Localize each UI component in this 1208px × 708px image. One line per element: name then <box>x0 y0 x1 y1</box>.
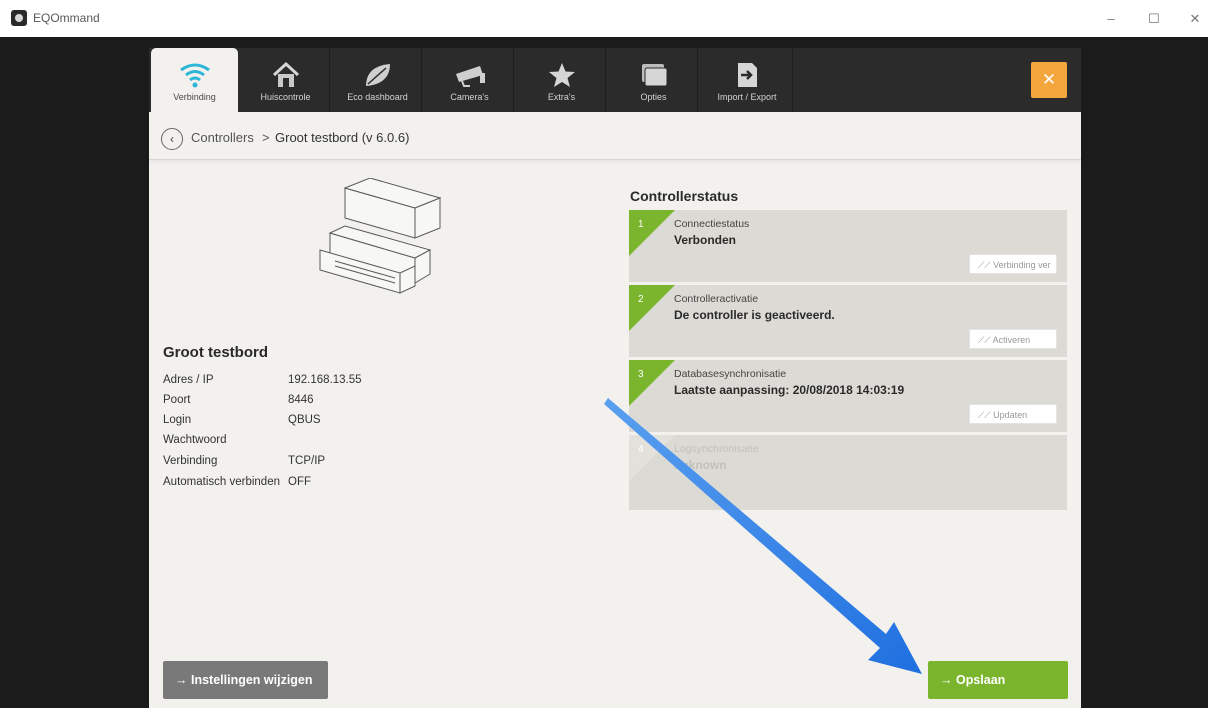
status-value: Laatste aanpassing: 20/08/2018 14:03:19 <box>674 383 905 397</box>
star-icon <box>548 63 575 87</box>
status-label: Logsynchronisatie <box>674 443 759 455</box>
home-icon <box>272 62 299 87</box>
tab-cameras[interactable]: Camera's <box>426 48 514 112</box>
property-value: TCP/IP <box>288 455 326 467</box>
breadcrumb-current: Groot testbord (v 6.0.6) <box>275 130 410 145</box>
tab-extras[interactable]: Extra's <box>518 48 606 112</box>
tab-huiscontrole[interactable]: Huiscontrole <box>242 48 330 112</box>
app-close-button[interactable]: ✕ <box>1031 62 1067 98</box>
status-value: De controller is geactiveerd. <box>674 308 835 322</box>
property-value: 8446 <box>288 394 314 406</box>
status-value: unknown <box>674 458 727 472</box>
breadcrumb-parent[interactable]: Controllers <box>191 130 254 145</box>
app-title: EQOmmand <box>33 11 100 25</box>
back-button[interactable]: ‹ <box>161 128 183 150</box>
tab-label: Eco dashboard <box>347 92 408 102</box>
main-tab-bar: Verbinding Huiscontrole Eco dashboard Ca… <box>149 48 1081 112</box>
controller-device-illustration <box>319 178 442 294</box>
tab-label: Verbinding <box>173 92 216 102</box>
windows-icon <box>641 64 667 87</box>
status-card-database-sync: 3 Databasesynchronisatie Laatste aanpass… <box>629 360 1067 432</box>
tab-label: Import / Export <box>717 92 777 102</box>
status-card-log-sync: 4 Logsynchronisatie unknown <box>629 435 1067 510</box>
maximize-button[interactable]: ☐ <box>1142 9 1166 29</box>
tab-label: Huiscontrole <box>260 92 311 102</box>
step-number: 4 <box>638 444 644 455</box>
status-label: Controlleractivatie <box>674 293 759 305</box>
property-label: Login <box>163 414 192 426</box>
wifi-icon <box>179 63 210 88</box>
step-number: 2 <box>638 294 644 305</box>
tab-label: Extra's <box>547 92 576 102</box>
app-window: Verbinding Huiscontrole Eco dashboard Ca… <box>149 48 1081 708</box>
app-logo-icon <box>11 10 27 26</box>
background-strip <box>0 37 10 708</box>
property-value: 192.168.13.55 <box>288 374 362 386</box>
property-value: OFF <box>288 476 311 488</box>
minimize-button[interactable]: – <box>1099 9 1123 29</box>
tab-eco-dashboard[interactable]: Eco dashboard <box>334 48 422 112</box>
tab-verbinding[interactable]: Verbinding <box>151 48 238 112</box>
controller-name: Groot testbord <box>163 344 268 361</box>
leaf-icon <box>365 64 390 86</box>
save-button[interactable]: → Opslaan <box>928 661 1068 699</box>
disconnect-button[interactable]: ⟋⟋ Verbinding ver <box>969 254 1057 274</box>
tab-import-export[interactable]: Import / Export <box>702 48 793 112</box>
property-label: Verbinding <box>163 455 218 467</box>
step-number: 1 <box>638 219 644 230</box>
property-value: QBUS <box>288 414 321 426</box>
title-bar: EQOmmand – ☐ ✕ <box>0 0 1208 37</box>
edit-settings-button[interactable]: → Instellingen wijzigen <box>163 661 328 699</box>
tab-label: Opties <box>640 92 667 102</box>
breadcrumb-separator: > <box>262 130 270 145</box>
activate-button[interactable]: ⟋⟋ Activeren <box>969 329 1057 349</box>
status-label: Connectiestatus <box>674 218 750 230</box>
status-card-connection: 1 Connectiestatus Verbonden ⟋⟋ Verbindin… <box>629 210 1067 282</box>
window-close-button[interactable]: ✕ <box>1183 9 1207 29</box>
status-label: Databasesynchronisatie <box>674 368 787 380</box>
breadcrumb: ‹ Controllers > Groot testbord (v 6.0.6) <box>149 112 1081 160</box>
step-number: 3 <box>638 369 644 380</box>
tab-label: Camera's <box>450 92 489 102</box>
tab-opties[interactable]: Opties <box>610 48 698 112</box>
property-label: Wachtwoord <box>163 434 227 446</box>
update-button[interactable]: ⟋⟋ Updaten <box>969 404 1057 424</box>
status-title: Controllerstatus <box>630 188 739 204</box>
status-card-activation: 2 Controlleractivatie De controller is g… <box>629 285 1067 357</box>
status-value: Verbonden <box>674 233 737 247</box>
property-label: Adres / IP <box>163 374 214 386</box>
property-label: Automatisch verbinden <box>163 476 280 488</box>
property-label: Poort <box>163 394 191 406</box>
camera-icon <box>455 66 485 87</box>
import-export-icon <box>738 63 757 87</box>
